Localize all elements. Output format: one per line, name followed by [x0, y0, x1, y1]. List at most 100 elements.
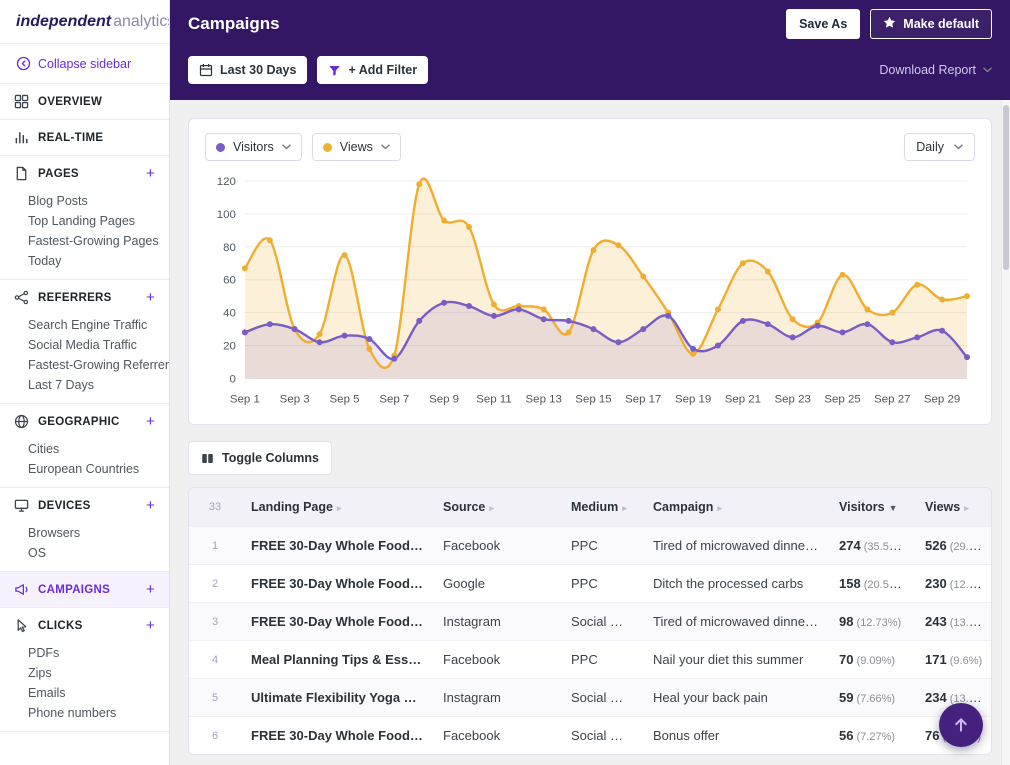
cell-visitors: 70 (9.09%): [829, 641, 915, 679]
sidebar-item-european-countries[interactable]: European Countries: [28, 459, 159, 479]
collapse-sidebar-button[interactable]: Collapse sidebar: [0, 44, 169, 84]
visitors-color-dot: [216, 143, 225, 152]
plus-icon[interactable]: +: [146, 618, 155, 633]
column-label: Source: [443, 500, 485, 514]
table-row: 5Ultimate Flexibility Yoga BootcampInsta…: [189, 679, 992, 717]
interval-select[interactable]: Daily: [904, 133, 975, 161]
page-title: Campaigns: [188, 14, 280, 34]
interval-label: Daily: [916, 140, 944, 154]
calendar-icon: [199, 63, 213, 77]
svg-text:Sep 13: Sep 13: [526, 393, 562, 405]
svg-text:Sep 11: Sep 11: [476, 393, 512, 405]
svg-text:60: 60: [223, 275, 236, 287]
page-scrollbar[interactable]: [1001, 100, 1010, 765]
funnel-icon: [328, 64, 341, 77]
cell-medium: Social Media: [561, 679, 643, 717]
cell-source: Facebook: [433, 527, 561, 565]
visitors-series-toggle[interactable]: Visitors: [205, 133, 302, 161]
sidebar-item-real-time[interactable]: REAL-TIME: [0, 120, 169, 155]
sidebar-item-blog-posts[interactable]: Blog Posts: [28, 191, 159, 211]
app-root: independentanalytics Collapse sidebar OV…: [0, 0, 1010, 765]
cell-views-percent: (13.64%): [947, 614, 992, 629]
toggle-columns-label: Toggle Columns: [222, 451, 319, 465]
svg-text:Sep 25: Sep 25: [824, 393, 860, 405]
cell-source: Instagram: [433, 603, 561, 641]
sidebar-section-label: CLICKS: [38, 620, 83, 632]
cell-row-number: 5: [189, 679, 241, 717]
divider: [0, 731, 169, 732]
sidebar-item-cities[interactable]: Cities: [28, 439, 159, 459]
cell-visitors: 274 (35.58%): [829, 527, 915, 565]
cell-medium: PPC: [561, 527, 643, 565]
sidebar-item-top-landing-pages[interactable]: Top Landing Pages: [28, 211, 159, 231]
header-actions: Save As Make default: [786, 9, 992, 39]
cell-row-number: 4: [189, 641, 241, 679]
sidebar-item-phone-numbers[interactable]: Phone numbers: [28, 703, 159, 723]
plus-icon[interactable]: +: [146, 414, 155, 429]
column-header-views[interactable]: Views▸: [915, 488, 992, 527]
cell-views: 171 (9.6%): [915, 641, 992, 679]
cell-campaign: Tired of microwaved dinners?: [643, 527, 829, 565]
sidebar-item-social-media-traffic[interactable]: Social Media Traffic: [28, 335, 159, 355]
sort-icon: ▸: [337, 503, 342, 513]
sidebar-item-clicks[interactable]: CLICKS +: [0, 608, 169, 643]
main-area: Campaigns Save As Make default Last 30 D…: [170, 0, 1010, 765]
table-row: 3FREE 30-Day Whole Food Meal PlanInstagr…: [189, 603, 992, 641]
sidebar-item-emails[interactable]: Emails: [28, 683, 159, 703]
sidebar-item-zips[interactable]: Zips: [28, 663, 159, 683]
sidebar-item-referrers[interactable]: REFERRERS +: [0, 280, 169, 315]
sidebar-section-label: REFERRERS: [38, 292, 112, 304]
table-row: 4Meal Planning Tips & EssentialsFacebook…: [189, 641, 992, 679]
sidebar-item-devices[interactable]: DEVICES+: [0, 488, 169, 523]
sidebar-item-pages[interactable]: PAGES+: [0, 156, 169, 191]
save-as-button[interactable]: Save As: [786, 9, 860, 39]
cell-visitors-value: 274: [839, 538, 861, 553]
plus-icon[interactable]: +: [146, 582, 155, 597]
svg-text:Sep 19: Sep 19: [675, 393, 711, 405]
plus-icon[interactable]: +: [146, 290, 155, 305]
svg-text:100: 100: [217, 209, 236, 221]
column-header-landing-page[interactable]: Landing Page▸: [241, 488, 433, 527]
cell-medium: PPC: [561, 565, 643, 603]
views-series-toggle[interactable]: Views: [312, 133, 401, 161]
sidebar-item-overview[interactable]: OVERVIEW: [0, 84, 169, 119]
sidebar-item-search-engine-traffic[interactable]: Search Engine Traffic: [28, 315, 159, 335]
geographic-icon: [14, 414, 29, 429]
sidebar-item-campaigns[interactable]: CAMPAIGNS+: [0, 572, 169, 607]
sidebar-item-pdfs[interactable]: PDFs: [28, 643, 159, 663]
campaigns-icon: [14, 582, 29, 597]
column-header-source[interactable]: Source ▸: [433, 488, 561, 527]
sidebar-item-fastest-growing-referrers[interactable]: Fastest-Growing Referrers: [28, 355, 159, 375]
sidebar-item-today[interactable]: Today: [28, 251, 159, 271]
sidebar-section-label: GEOGRAPHIC: [38, 416, 120, 428]
sort-icon: ▸: [622, 503, 627, 513]
cell-source: Facebook: [433, 717, 561, 755]
svg-text:Sep 15: Sep 15: [575, 393, 611, 405]
date-range-button[interactable]: Last 30 Days: [188, 56, 307, 84]
sidebar-item-browsers[interactable]: Browsers: [28, 523, 159, 543]
plus-icon[interactable]: +: [146, 498, 155, 513]
sidebar-item-last-7-days[interactable]: Last 7 Days: [28, 375, 159, 395]
download-report-button[interactable]: Download Report: [879, 63, 992, 77]
collapse-icon: [16, 56, 31, 71]
cell-landing-page: FREE 30-Day Whole Food Meal Plan: [241, 527, 433, 565]
cell-row-number: 3: [189, 603, 241, 641]
column-header-campaign[interactable]: Campaign▸: [643, 488, 829, 527]
add-filter-button[interactable]: + Add Filter: [317, 56, 428, 84]
scrollbar-thumb[interactable]: [1003, 105, 1009, 270]
plus-icon[interactable]: +: [146, 166, 155, 181]
scroll-to-top-button[interactable]: [939, 703, 983, 747]
make-default-button[interactable]: Make default: [870, 9, 992, 39]
chart-controls: Visitors Views Daily: [205, 133, 975, 161]
sidebar-item-os[interactable]: OS: [28, 543, 159, 563]
cell-landing-page: FREE 30-Day Whole Food Meal Plan: [241, 603, 433, 641]
toggle-columns-button[interactable]: Toggle Columns: [188, 441, 332, 475]
svg-text:Sep 5: Sep 5: [330, 393, 360, 405]
cell-views-percent: (9.6%): [947, 655, 982, 667]
sidebar-item-geographic[interactable]: GEOGRAPHIC +: [0, 404, 169, 439]
cell-views-value: 230: [925, 576, 947, 591]
sidebar-item-fastest-growing-pages[interactable]: Fastest-Growing Pages: [28, 231, 159, 251]
column-header-visitors[interactable]: Visitors▼: [829, 488, 915, 527]
column-header-medium[interactable]: Medium▸: [561, 488, 643, 527]
sort-icon: ▸: [489, 503, 494, 513]
